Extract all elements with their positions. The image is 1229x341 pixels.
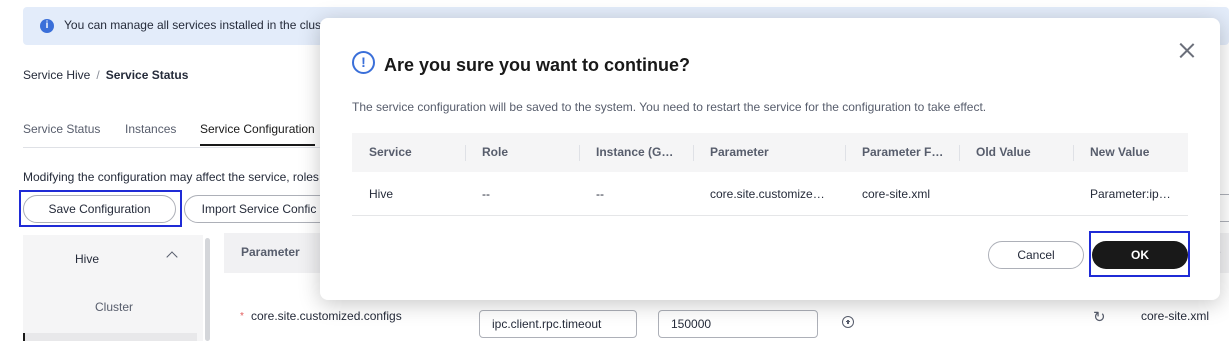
column-header-service: Service [369,145,412,159]
cell-parameter-file: core-site.xml [862,187,931,201]
cell-service: Hive [369,187,394,201]
column-header-instance: Instance (G… [596,145,674,159]
cell-old-value [959,172,1073,215]
column-header-parameter: Parameter [710,145,769,159]
cell-role: -- [482,187,490,201]
dialog-title: Are you sure you want to continue? [384,55,691,75]
cell-new-value: Parameter:ip… [1090,187,1171,201]
column-header-old-value: Old Value [976,145,1031,159]
changes-table-header: Service Role Instance (G… Parameter Para… [352,133,1188,172]
cell-instance: -- [596,187,604,201]
column-header-parameter-file: Parameter F… [862,145,944,159]
changes-table: Service Role Instance (G… Parameter Para… [352,133,1188,216]
alert-circle-icon: ! [352,51,375,74]
cell-parameter: core.site.customize… [710,187,825,201]
dialog-description: The service configuration will be saved … [352,100,987,114]
close-icon[interactable] [1177,40,1197,60]
cancel-button[interactable]: Cancel [988,241,1084,269]
column-header-new-value: New Value [1090,145,1150,159]
column-header-role: Role [482,145,509,159]
table-row: Hive -- -- core.site.customize… core-sit… [352,172,1188,216]
ok-button-highlight [1089,231,1190,277]
confirm-dialog: ! Are you sure you want to continue? The… [320,18,1220,300]
